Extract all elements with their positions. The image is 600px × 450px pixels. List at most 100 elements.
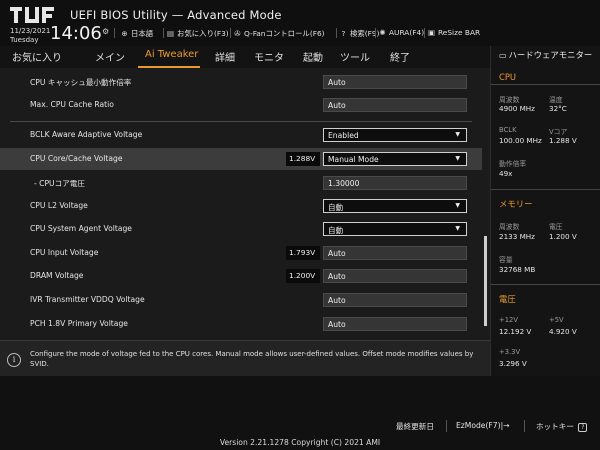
cpu-temp-value: 32°C xyxy=(549,104,567,113)
setting-row[interactable]: IVR Transmitter VDDQ Voltage Auto xyxy=(0,289,482,311)
favorites-button[interactable]: ▤ お気に入り(F3) xyxy=(166,28,229,39)
v5-value: 4.920 V xyxy=(549,327,577,336)
hardware-monitor-panel: ▭ ハードウェアモニター CPU 周波数 温度 4900 MHz 32°C BCL… xyxy=(490,46,600,376)
settings-gear-icon[interactable]: ⚙ xyxy=(102,27,109,36)
main-menu: お気に入り メイン Ai Tweaker 詳細 モニタ 起動 ツール 終了 xyxy=(0,46,490,68)
setting-row[interactable]: CPU System Agent Voltage 自動 ▼ xyxy=(0,218,482,240)
chevron-down-icon: ▼ xyxy=(455,202,460,209)
setting-row[interactable]: BCLK Aware Adaptive Voltage Enabled ▼ xyxy=(0,124,482,146)
setting-row[interactable]: PCH 1.8V Primary Voltage Auto xyxy=(0,313,482,335)
setting-label: CPU L2 Voltage xyxy=(30,201,88,210)
monitor-icon: ▭ xyxy=(499,51,507,60)
resize-bar-button[interactable]: ▣ ReSize BAR xyxy=(427,28,480,37)
setting-row[interactable]: - CPUコア電圧 1.30000 xyxy=(0,172,482,194)
v12-label: +12V xyxy=(499,316,518,324)
voltage-readout: 1.793V xyxy=(286,246,320,260)
toolbar-divider xyxy=(424,28,425,38)
tab-monitor[interactable]: モニタ xyxy=(254,49,284,64)
tab-exit[interactable]: 終了 xyxy=(390,49,410,64)
hotkeys-button[interactable]: ホットキー ? xyxy=(536,421,588,432)
section-divider xyxy=(10,121,472,122)
ivr-transmitter-vddq-field[interactable]: Auto xyxy=(323,293,467,307)
bottom-divider xyxy=(446,420,447,432)
aura-icon: ✺ xyxy=(379,28,386,37)
cpu-core-cache-voltage-select[interactable]: Manual Mode ▼ xyxy=(323,152,467,166)
scrollbar-thumb[interactable] xyxy=(484,236,487,326)
section-divider xyxy=(491,284,600,285)
cpu-freq-value: 4900 MHz xyxy=(499,104,535,113)
bclk-label: BCLK xyxy=(499,126,517,134)
hardware-monitor-title: ▭ ハードウェアモニター xyxy=(499,50,593,60)
chevron-down-icon: ▼ xyxy=(455,155,460,162)
cpu-temp-label: 温度 xyxy=(549,96,563,104)
cpu-freq-label: 周波数 xyxy=(499,96,520,104)
cpu-system-agent-voltage-select[interactable]: 自動 ▼ xyxy=(323,222,467,236)
app-title: UEFI BIOS Utility — Advanced Mode xyxy=(70,8,282,22)
date-display: 11/23/2021 xyxy=(10,27,51,35)
tab-favorites[interactable]: お気に入り xyxy=(12,49,62,64)
setting-label: CPU Input Voltage xyxy=(30,248,99,257)
search-button[interactable]: ? 検索(F9) xyxy=(339,28,380,39)
mem-volt-value: 1.200 V xyxy=(549,232,577,241)
toolbar-divider xyxy=(375,28,376,38)
help-panel: i Configure the mode of voltage fed to t… xyxy=(0,340,490,376)
voltage-section-title: 電圧 xyxy=(499,294,516,304)
mem-freq-value: 2133 MHz xyxy=(499,232,535,241)
dram-voltage-field[interactable]: Auto xyxy=(323,269,467,283)
mem-capacity-label: 容量 xyxy=(499,256,513,264)
setting-label: BCLK Aware Adaptive Voltage xyxy=(30,130,143,139)
tab-tool[interactable]: ツール xyxy=(340,49,370,64)
setting-row[interactable]: DRAM Voltage 1.200V Auto xyxy=(0,265,482,287)
cpu-cache-min-ratio-field[interactable]: Auto xyxy=(323,75,467,89)
max-cpu-cache-ratio-field[interactable]: Auto xyxy=(323,98,467,112)
setting-row[interactable]: CPU L2 Voltage 自動 ▼ xyxy=(0,195,482,217)
fan-icon: ✇ xyxy=(234,29,241,38)
qfan-control-button[interactable]: ✇ Q-Fanコントロール(F6) xyxy=(233,28,324,39)
section-divider xyxy=(491,189,600,190)
bclk-value: 100.00 MHz xyxy=(499,136,542,145)
last-modified-button[interactable]: 最終更新日 xyxy=(396,421,434,432)
mem-capacity-value: 32768 MB xyxy=(499,265,536,274)
top-header: UEFI BIOS Utility — Advanced Mode 11/23/… xyxy=(0,0,600,46)
globe-icon: ⊕ xyxy=(121,29,128,38)
section-divider xyxy=(491,84,600,85)
mem-volt-label: 電圧 xyxy=(549,223,563,231)
setting-label: DRAM Voltage xyxy=(30,271,84,280)
setting-row[interactable]: CPU キャッシュ最小動作倍率 Auto xyxy=(0,71,482,93)
tab-main[interactable]: メイン xyxy=(95,49,125,64)
v12-value: 12.192 V xyxy=(499,327,532,336)
setting-label: PCH 1.8V Primary Voltage xyxy=(30,319,128,328)
language-button[interactable]: ⊕ 日本語 xyxy=(120,28,153,39)
setting-row[interactable]: CPU Input Voltage 1.793V Auto xyxy=(0,242,482,264)
ezmode-button[interactable]: EzMode(F7)|→ xyxy=(456,421,510,430)
cpu-core-voltage-input[interactable]: 1.30000 xyxy=(323,176,467,190)
tab-ai-tweaker[interactable]: Ai Tweaker xyxy=(145,49,198,60)
v33-value: 3.296 V xyxy=(499,359,527,368)
cpu-input-voltage-field[interactable]: Auto xyxy=(323,246,467,260)
tab-advanced[interactable]: 詳細 xyxy=(215,49,235,64)
setting-label: - CPUコア電圧 xyxy=(34,179,85,188)
toolbar-divider xyxy=(230,28,231,38)
cpu-section-title: CPU xyxy=(499,72,517,82)
setting-label: CPU キャッシュ最小動作倍率 xyxy=(30,78,132,87)
tab-boot[interactable]: 起動 xyxy=(303,49,323,64)
pch-1v8-primary-voltage-field[interactable]: Auto xyxy=(323,317,467,331)
info-icon: i xyxy=(7,353,21,367)
cpu-l2-voltage-select[interactable]: 自動 ▼ xyxy=(323,199,467,213)
toolbar-divider xyxy=(163,28,164,38)
settings-list: CPU キャッシュ最小動作倍率 Auto Max. CPU Cache Rati… xyxy=(0,68,482,338)
cpu-ratio-value: 49x xyxy=(499,169,513,178)
v5-label: +5V xyxy=(549,316,564,324)
toolbar-divider xyxy=(114,28,115,38)
setting-row-selected[interactable]: CPU Core/Cache Voltage 1.288V Manual Mod… xyxy=(0,148,482,170)
voltage-readout: 1.200V xyxy=(286,269,320,283)
time-display: 14:06 xyxy=(50,23,102,44)
setting-label: Max. CPU Cache Ratio xyxy=(30,100,114,109)
bclk-aware-adaptive-voltage-select[interactable]: Enabled ▼ xyxy=(323,128,467,142)
setting-label: CPU System Agent Voltage xyxy=(30,224,132,233)
chevron-down-icon: ▼ xyxy=(455,225,460,232)
hotkey-help-icon: ? xyxy=(578,423,588,432)
aura-button[interactable]: ✺ AURA(F4) xyxy=(378,28,424,37)
setting-label: IVR Transmitter VDDQ Voltage xyxy=(30,295,145,304)
setting-row[interactable]: Max. CPU Cache Ratio Auto xyxy=(0,94,482,116)
